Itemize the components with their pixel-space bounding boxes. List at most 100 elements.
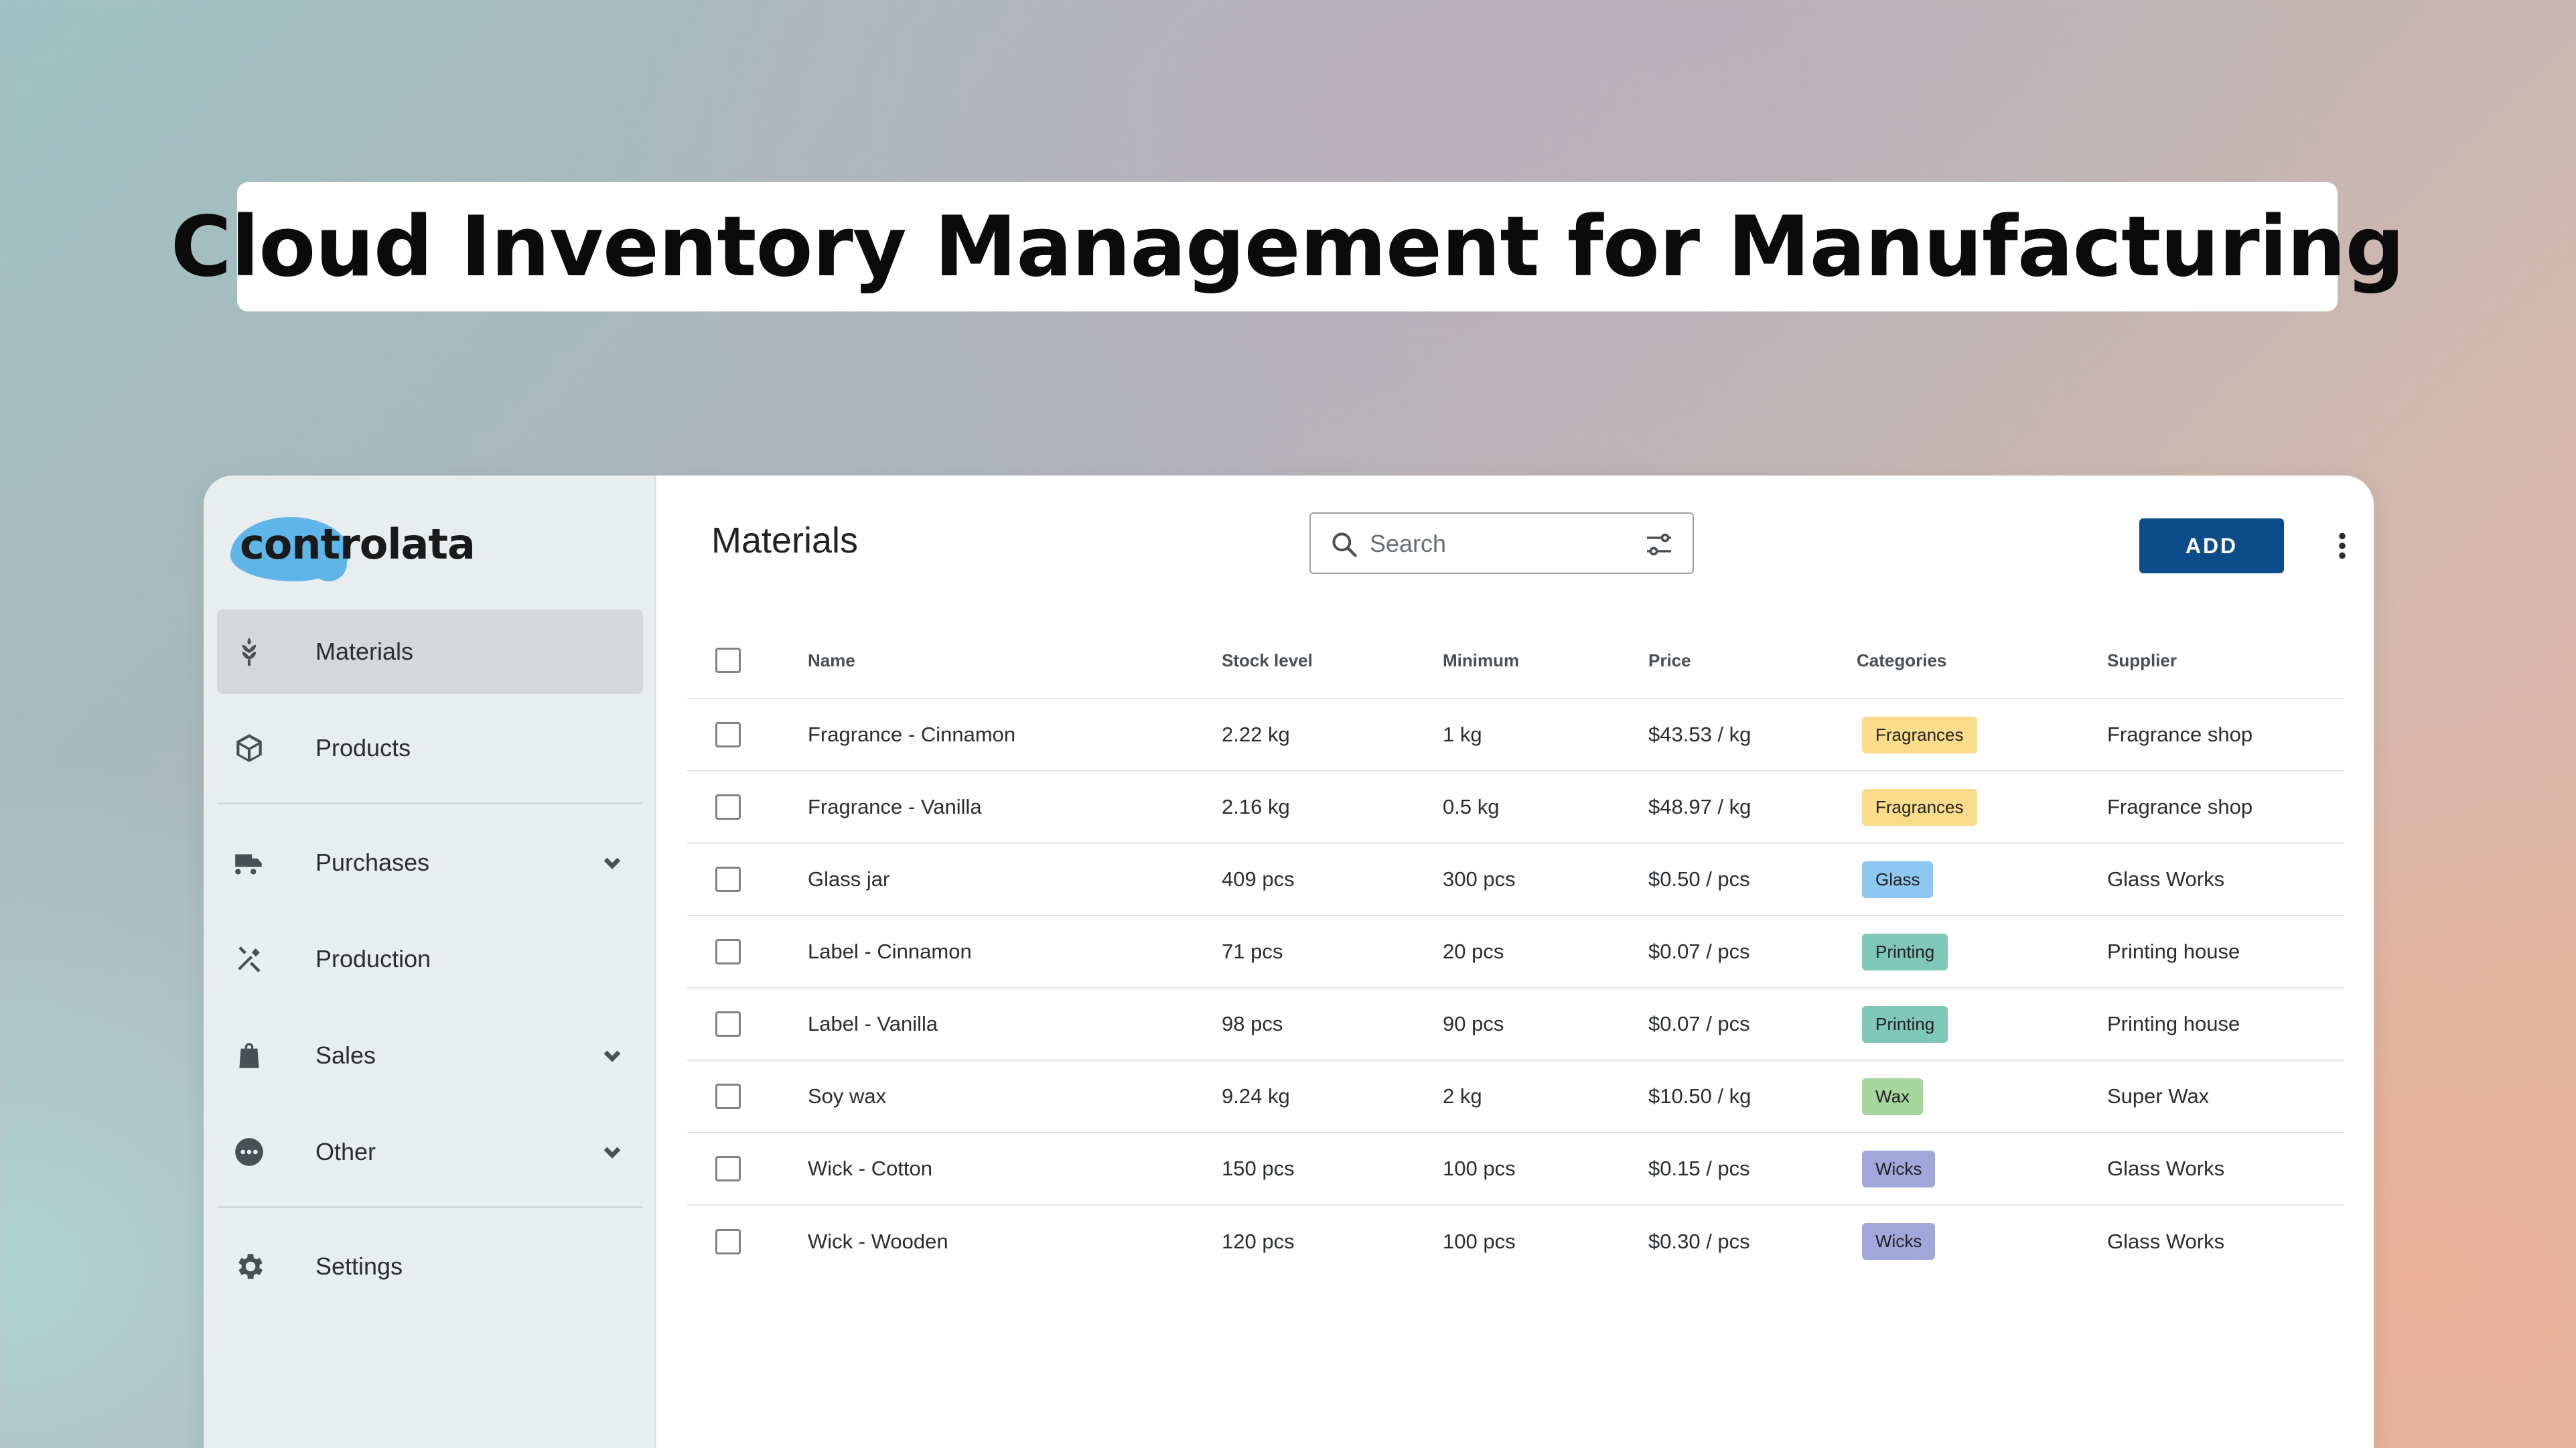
column-header-supplier[interactable]: Supplier xyxy=(2107,623,2344,699)
cell-supplier: Glass Works xyxy=(2107,1157,2225,1180)
cell-name: Wick - Wooden xyxy=(808,1229,948,1253)
logo[interactable]: controlata xyxy=(230,508,476,588)
cell-price: $10.50 / kg xyxy=(1648,1084,1751,1108)
row-select-cell xyxy=(687,699,808,771)
row-checkbox[interactable] xyxy=(715,939,741,965)
category-tag[interactable]: Wicks xyxy=(1862,1150,1936,1187)
add-button[interactable]: ADD xyxy=(2139,518,2284,573)
cell-stock-level: 98 pcs xyxy=(1222,1012,1283,1035)
column-header-stock-level[interactable]: Stock level xyxy=(1222,623,1443,699)
title-banner: Cloud Inventory Management for Manufactu… xyxy=(171,182,2405,311)
row-select-cell xyxy=(687,916,808,988)
sidebar-item-label: Products xyxy=(315,734,411,762)
cell-price: $0.07 / pcs xyxy=(1648,1012,1750,1035)
chevron-down-icon[interactable] xyxy=(599,1042,626,1069)
more-horizontal-circle-icon xyxy=(230,1133,268,1171)
cell-name: Fragrance - Cinnamon xyxy=(808,723,1016,746)
select-all-checkbox[interactable] xyxy=(715,648,741,673)
banner-title: Cloud Inventory Management for Manufactu… xyxy=(170,198,2405,295)
cell-supplier: Printing house xyxy=(2107,1012,2240,1035)
sidebar-item-purchases[interactable]: Purchases xyxy=(217,820,643,905)
cell-categories: Fragrances xyxy=(1857,699,2107,771)
column-header-categories[interactable]: Categories xyxy=(1857,623,2107,699)
sidebar-item-production[interactable]: Production xyxy=(217,917,643,1001)
cell-stock-level: 409 pcs xyxy=(1222,867,1295,891)
table-row[interactable]: Wick - Wooden 120 pcs 100 pcs $0.30 / pcs Wi… xyxy=(687,1205,2344,1277)
table-row[interactable]: Soy wax 9.24 kg 2 kg $10.50 / kg Wax Super Wa… xyxy=(687,1060,2344,1133)
cell-stock-level: 2.16 kg xyxy=(1222,795,1290,818)
row-select-cell xyxy=(687,1205,808,1277)
row-checkbox[interactable] xyxy=(715,1228,741,1254)
logo-text: controlata xyxy=(240,520,476,569)
search-box[interactable] xyxy=(1309,512,1694,574)
category-tag[interactable]: Fragrances xyxy=(1862,788,1977,826)
search-icon xyxy=(1330,530,1359,559)
sidebar-item-label: Production xyxy=(315,945,431,972)
column-header-minimum[interactable]: Minimum xyxy=(1443,623,1648,699)
category-tag[interactable]: Printing xyxy=(1862,933,1948,970)
select-all-cell xyxy=(687,623,808,699)
sidebar-item-sales[interactable]: Sales xyxy=(217,1013,643,1098)
row-checkbox[interactable] xyxy=(715,1084,741,1110)
cell-categories: Wicks xyxy=(1857,1205,2107,1277)
table-row[interactable]: Fragrance - Cinnamon 2.22 kg 1 kg $43.53 / … xyxy=(687,699,2344,771)
cell-supplier: Fragrance shop xyxy=(2107,723,2253,746)
row-checkbox[interactable] xyxy=(715,1011,741,1037)
sidebar-item-materials[interactable]: Materials xyxy=(217,609,643,694)
table-row[interactable]: Fragrance - Vanilla 2.16 kg 0.5 kg $48.97 /… xyxy=(687,771,2344,843)
row-checkbox[interactable] xyxy=(715,867,741,893)
category-tag[interactable]: Printing xyxy=(1862,1005,1948,1043)
sidebar-divider xyxy=(217,802,643,804)
category-tag[interactable]: Wicks xyxy=(1862,1223,1936,1260)
row-checkbox[interactable] xyxy=(715,1156,741,1182)
cell-categories: Glass xyxy=(1857,843,2107,916)
sidebar-divider xyxy=(217,1206,643,1208)
table-row[interactable]: Label - Vanilla 98 pcs 90 pcs $0.07 / pcs Pr… xyxy=(687,988,2344,1060)
cell-stock-level: 120 pcs xyxy=(1222,1229,1295,1253)
sidebar-item-label: Purchases xyxy=(315,849,430,876)
tools-icon xyxy=(230,940,268,978)
sidebar-item-label: Materials xyxy=(315,638,414,665)
chevron-down-icon[interactable] xyxy=(599,1139,626,1165)
cell-name: Soy wax xyxy=(808,1084,887,1108)
cell-categories: Wicks xyxy=(1857,1133,2107,1205)
sidebar-item-other[interactable]: Other xyxy=(217,1110,643,1194)
cell-minimum: 100 pcs xyxy=(1443,1157,1516,1180)
chevron-down-icon[interactable] xyxy=(599,849,626,876)
gear-icon xyxy=(230,1248,268,1285)
cell-stock-level: 71 pcs xyxy=(1222,940,1283,963)
sidebar-item-settings[interactable]: Settings xyxy=(217,1224,643,1309)
shopping-bag-icon xyxy=(230,1037,268,1074)
cell-price: $0.07 / pcs xyxy=(1648,940,1750,963)
cell-minimum: 1 kg xyxy=(1443,723,1482,746)
cell-price: $43.53 / kg xyxy=(1648,723,1751,746)
cell-minimum: 20 pcs xyxy=(1443,940,1504,963)
sidebar: controlata Materials Products Purchases … xyxy=(204,476,656,1448)
row-select-cell xyxy=(687,843,808,916)
cell-name: Label - Vanilla xyxy=(808,1012,938,1035)
column-header-price[interactable]: Price xyxy=(1648,623,1857,699)
cell-stock-level: 9.24 kg xyxy=(1222,1084,1290,1108)
cell-price: $48.97 / kg xyxy=(1648,795,1751,818)
filter-sliders-icon[interactable] xyxy=(1643,528,1675,561)
cell-categories: Wax xyxy=(1857,1060,2107,1133)
search-input[interactable] xyxy=(1370,526,1624,562)
more-vertical-icon[interactable] xyxy=(2329,529,2356,563)
box-icon xyxy=(230,729,268,767)
cell-name: Wick - Cotton xyxy=(808,1157,933,1180)
row-checkbox[interactable] xyxy=(715,794,741,820)
table-row[interactable]: Glass jar 409 pcs 300 pcs $0.50 / pcs Glass G… xyxy=(687,843,2344,916)
page-title: Materials xyxy=(711,520,859,561)
column-header-name[interactable]: Name xyxy=(808,623,1222,699)
category-tag[interactable]: Fragrances xyxy=(1862,716,1977,753)
category-tag[interactable]: Wax xyxy=(1862,1078,1924,1115)
table-row[interactable]: Wick - Cotton 150 pcs 100 pcs $0.15 / pcs Wi… xyxy=(687,1133,2344,1205)
app-window: controlata Materials Products Purchases … xyxy=(204,476,2374,1448)
table-row[interactable]: Label - Cinnamon 71 pcs 20 pcs $0.07 / pcs P… xyxy=(687,916,2344,988)
sidebar-item-products[interactable]: Products xyxy=(217,706,643,790)
category-tag[interactable]: Glass xyxy=(1862,861,1934,898)
sidebar-item-label: Other xyxy=(315,1138,376,1165)
row-select-cell xyxy=(687,1060,808,1133)
cell-categories: Fragrances xyxy=(1857,771,2107,843)
row-checkbox[interactable] xyxy=(715,722,741,748)
